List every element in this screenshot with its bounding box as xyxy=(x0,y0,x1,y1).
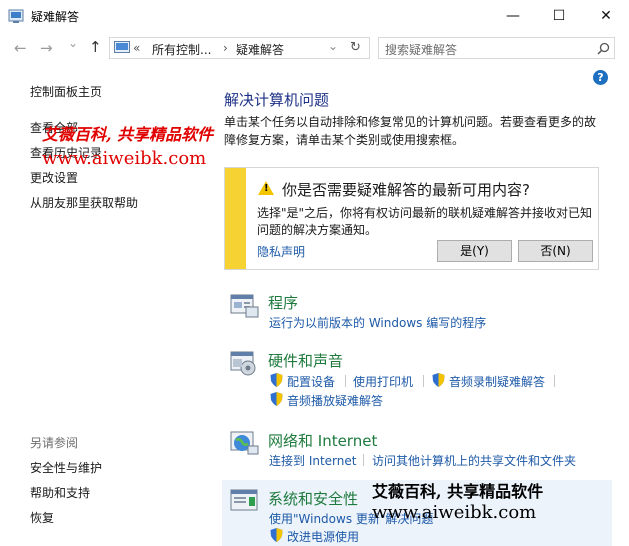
watermark-text: 艾薇百科, 共享精品软件 xyxy=(42,125,214,144)
maximize-button[interactable]: ☐ xyxy=(536,0,582,31)
link-separator xyxy=(363,454,364,466)
close-icon: ✕ xyxy=(600,7,612,24)
control-panel-home-link[interactable]: 控制面板主页 xyxy=(30,83,102,100)
back-button[interactable]: ← xyxy=(14,39,27,57)
audio-playback-troubleshoot-link[interactable]: 音频播放疑难解答 xyxy=(287,392,383,409)
minimize-button[interactable]: — xyxy=(490,0,536,31)
search-box[interactable]: 搜索疑难解答 xyxy=(378,37,615,59)
address-dropdown-icon[interactable]: ⌄ xyxy=(328,39,338,53)
link-separator xyxy=(423,375,424,387)
warning-icon: ! xyxy=(258,181,274,195)
configure-device-link[interactable]: 配置设备 xyxy=(287,373,335,390)
link-separator xyxy=(554,375,555,387)
category-system-security-title[interactable]: 系统和安全性 xyxy=(268,488,358,509)
change-settings-link[interactable]: 更改设置 xyxy=(30,169,78,186)
forward-button[interactable]: → xyxy=(40,39,53,57)
shield-icon xyxy=(270,528,283,542)
category-hardware-sound-title[interactable]: 硬件和声音 xyxy=(268,350,343,371)
connect-internet-link[interactable]: 连接到 Internet xyxy=(269,452,356,469)
window-title: 疑难解答 xyxy=(31,10,80,24)
yes-button[interactable]: 是(Y) xyxy=(437,240,512,262)
control-panel-icon xyxy=(114,41,130,53)
shield-icon xyxy=(270,373,283,387)
breadcrumb-all-control-panel[interactable]: 所有控制... xyxy=(152,41,211,58)
page-title: 解决计算机问题 xyxy=(224,91,330,109)
run-old-programs-link[interactable]: 运行为以前版本的 Windows 编写的程序 xyxy=(269,314,486,331)
security-maintenance-link[interactable]: 安全性与维护 xyxy=(30,459,102,476)
see-also-heading: 另请参阅 xyxy=(30,436,79,450)
system-security-icon xyxy=(230,489,258,511)
use-printer-link[interactable]: 使用打印机 xyxy=(353,373,413,390)
help-icon[interactable]: ? xyxy=(593,70,608,85)
audio-recording-troubleshoot-link[interactable]: 音频录制疑难解答 xyxy=(449,373,545,390)
improve-power-usage-link[interactable]: 改进电源使用 xyxy=(287,528,359,545)
search-icon[interactable] xyxy=(597,42,610,55)
close-button[interactable]: ✕ xyxy=(583,0,629,31)
up-button[interactable]: ↑ xyxy=(89,38,102,56)
hardware-sound-icon xyxy=(230,351,256,376)
watermark-text: 艾薇百科, 共享精品软件 xyxy=(372,482,544,501)
watermark-url: www.aiweibk.com xyxy=(42,148,207,169)
maximize-icon: ☐ xyxy=(552,7,566,24)
title-bar: 疑难解答 — ☐ ✕ xyxy=(0,0,629,31)
help-support-link[interactable]: 帮助和支持 xyxy=(30,484,90,501)
notice-accent-bar xyxy=(225,168,246,269)
shield-icon xyxy=(270,392,283,406)
recent-locations-dropdown[interactable]: ⌄ xyxy=(68,36,78,50)
minimize-icon: — xyxy=(506,7,520,24)
no-button[interactable]: 否(N) xyxy=(518,240,593,262)
network-internet-icon xyxy=(230,431,259,455)
recovery-link[interactable]: 恢复 xyxy=(30,509,54,526)
address-bar[interactable]: « 所有控制... › 疑难解答 ⌄ ↻ xyxy=(109,37,370,59)
shield-icon xyxy=(432,373,445,387)
update-notice: ! 你是否需要疑难解答的最新可用内容? 选择"是"之后，你将有权访问最新的联机疑… xyxy=(224,167,599,270)
programs-icon xyxy=(230,294,259,318)
privacy-statement-link[interactable]: 隐私声明 xyxy=(257,243,305,260)
search-input[interactable]: 搜索疑难解答 xyxy=(385,41,457,58)
get-help-from-friend-link[interactable]: 从朋友那里获取帮助 xyxy=(30,194,138,211)
breadcrumb-troubleshooting[interactable]: 疑难解答 xyxy=(236,41,284,58)
watermark-url: www.aiweibk.com xyxy=(372,502,537,523)
notice-title: 你是否需要疑难解答的最新可用内容? xyxy=(282,181,530,199)
refresh-icon[interactable]: ↻ xyxy=(350,40,361,55)
troubleshooting-app-icon xyxy=(8,9,24,23)
shared-files-link[interactable]: 访问其他计算机上的共享文件和文件夹 xyxy=(372,452,576,469)
breadcrumb-separator[interactable]: › xyxy=(223,41,228,55)
category-programs-title[interactable]: 程序 xyxy=(268,292,298,313)
page-description: 单击某个任务以自动排除和修复常见的计算机问题。若要查看更多的故障修复方案，请单击… xyxy=(224,115,597,147)
link-separator xyxy=(345,375,346,387)
category-network-internet-title[interactable]: 网络和 Internet xyxy=(268,430,377,451)
overflow-chevron[interactable]: « xyxy=(133,41,140,55)
notice-text: 选择"是"之后，你将有权访问最新的联机疑难解答并接收对已知问题的解决方案通知。 xyxy=(257,206,593,237)
